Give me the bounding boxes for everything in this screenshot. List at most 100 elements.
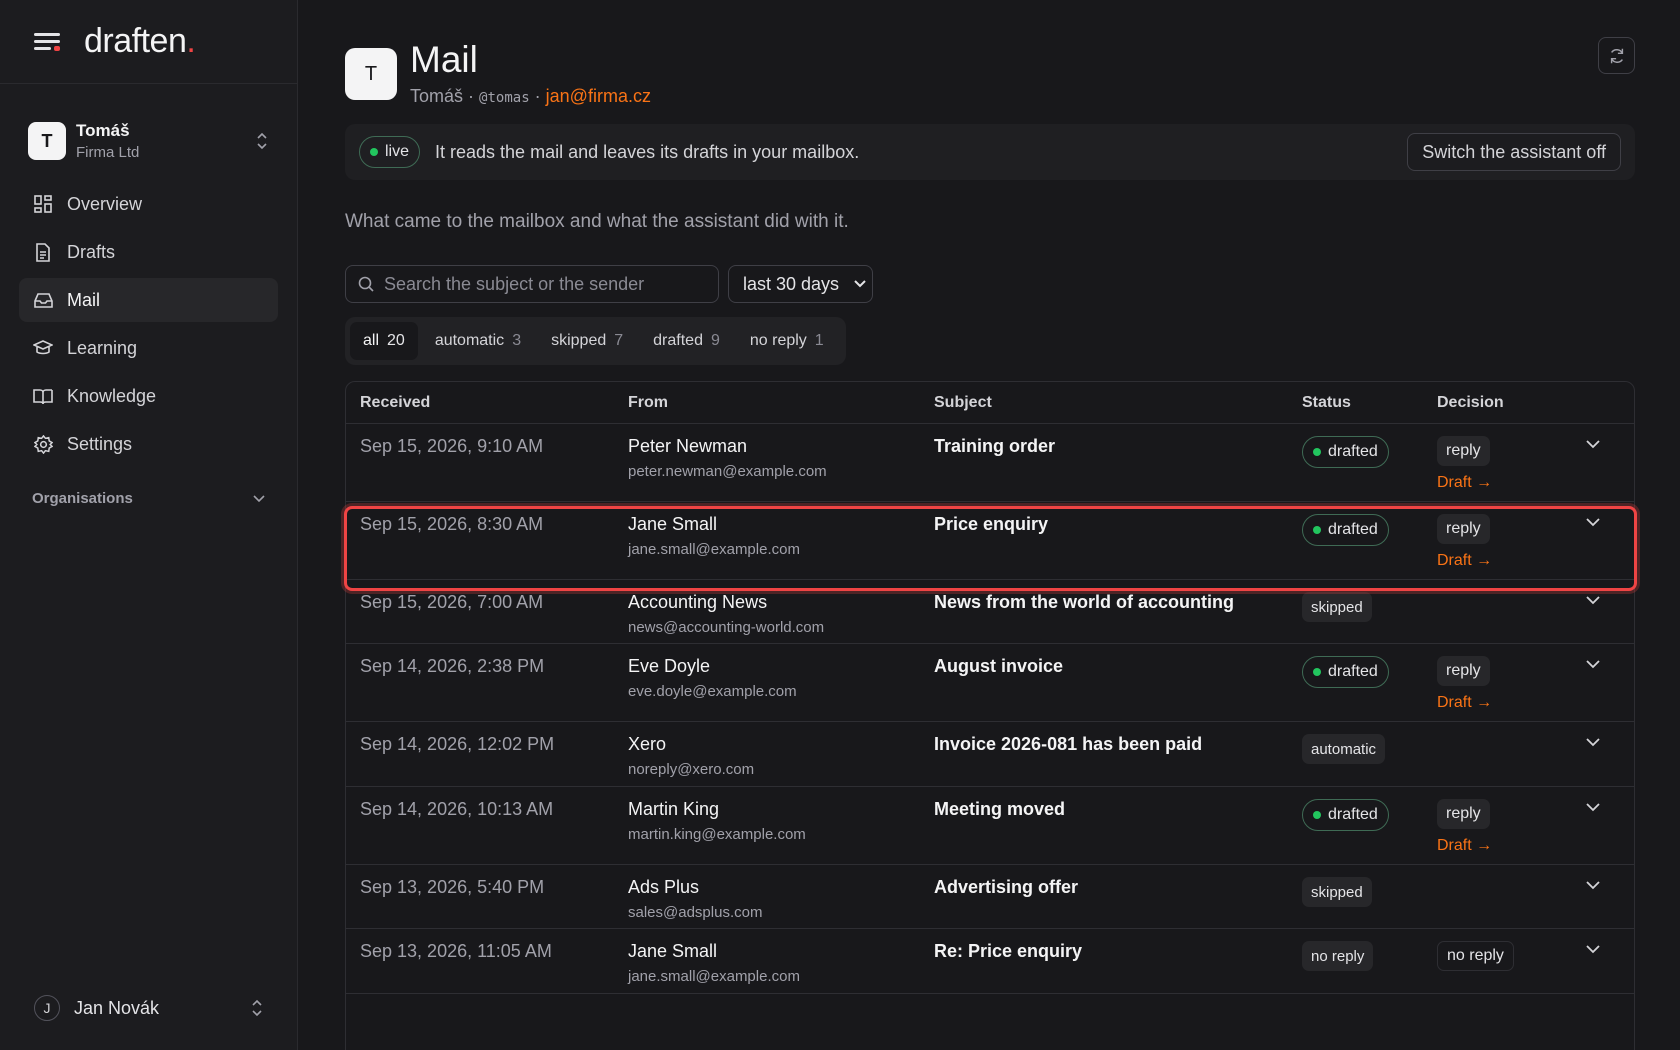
chevron-updown-icon xyxy=(252,999,262,1017)
logo[interactable]: draften. xyxy=(84,22,196,61)
organisations-section[interactable]: Organisations xyxy=(0,490,297,507)
sender-name: Peter Newman xyxy=(628,436,748,456)
received-date: Sep 14, 2026, 10:13 AM xyxy=(360,799,554,819)
status-cell: drafted xyxy=(1302,656,1389,688)
table-row[interactable]: Sep 15, 2026, 8:30 AM Jane Small jane.sm… xyxy=(346,502,1634,580)
sender-email: sales@adsplus.com xyxy=(628,904,763,921)
user-email-link[interactable]: jan@firma.cz xyxy=(546,86,651,106)
sender-name: Ads Plus xyxy=(628,877,700,897)
chevron-down-icon xyxy=(1586,660,1600,669)
sidebar-item-mail[interactable]: Mail xyxy=(19,278,278,322)
expand-row-button[interactable] xyxy=(1586,656,1600,674)
brand-bar: draften. xyxy=(0,0,297,84)
expand-row-button[interactable] xyxy=(1586,941,1600,959)
expand-row-button[interactable] xyxy=(1586,734,1600,752)
expand-row-button[interactable] xyxy=(1586,592,1600,610)
search-icon xyxy=(358,276,374,292)
column-subject: Subject xyxy=(934,393,992,411)
sender-name: Eve Doyle xyxy=(628,656,711,676)
chevron-down-icon xyxy=(253,494,265,502)
draft-link[interactable]: Draft → xyxy=(1437,552,1492,570)
table-row[interactable]: Sep 15, 2026, 9:10 AM Peter Newman peter… xyxy=(346,424,1634,502)
decision-cell: reply Draft → xyxy=(1437,656,1492,712)
org-switcher[interactable]: T Tomáš Firma Ltd xyxy=(0,116,297,166)
filter-skipped[interactable]: skipped 7 xyxy=(538,322,636,360)
sidebar-item-drafts[interactable]: Drafts xyxy=(19,230,278,274)
user-switcher[interactable]: J Jan Novák xyxy=(0,976,298,1040)
chevron-down-icon xyxy=(1586,518,1600,527)
received-date: Sep 13, 2026, 11:05 AM xyxy=(360,941,552,961)
organisations-label: Organisations xyxy=(32,490,133,507)
sidebar-item-label: Settings xyxy=(67,433,133,454)
decision-cell: reply Draft → xyxy=(1437,436,1492,492)
column-received: Received xyxy=(360,393,431,411)
decision-badge: reply xyxy=(1437,514,1490,544)
expand-row-button[interactable] xyxy=(1586,514,1600,532)
draft-link[interactable]: Draft → xyxy=(1437,694,1492,712)
status-badge: drafted xyxy=(1302,656,1389,688)
table-row[interactable]: Sep 14, 2026, 12:02 PM Xero noreply@xero… xyxy=(346,722,1634,787)
sender: Jane Small jane.small@example.com xyxy=(628,941,800,985)
received-date: Sep 13, 2026, 5:40 PM xyxy=(360,877,545,897)
table-body: Sep 15, 2026, 9:10 AM Peter Newman peter… xyxy=(346,424,1634,994)
inbox-icon xyxy=(33,290,53,310)
sender-name: Jane Small xyxy=(628,514,718,534)
filter-all[interactable]: all 20 xyxy=(350,322,418,360)
subject: Meeting moved xyxy=(934,799,1066,819)
sender-email: eve.doyle@example.com xyxy=(628,683,797,700)
page-title: Mail xyxy=(410,39,478,80)
status-badge: drafted xyxy=(1302,436,1389,468)
status-badge: drafted xyxy=(1302,514,1389,546)
table-header: Received From Subject Status Decision xyxy=(346,382,1634,424)
filter-no-reply[interactable]: no reply 1 xyxy=(737,322,837,360)
expand-row-button[interactable] xyxy=(1586,436,1600,454)
status-cell: skipped xyxy=(1302,877,1372,907)
decision-badge: reply xyxy=(1437,436,1490,466)
main-content: T Mail Tomáš · @tomas · jan@firma.cz liv… xyxy=(345,0,1635,1050)
expand-row-button[interactable] xyxy=(1586,877,1600,895)
chevron-updown-icon xyxy=(257,132,267,150)
sidebar-item-overview[interactable]: Overview xyxy=(19,182,278,226)
received-date: Sep 14, 2026, 2:38 PM xyxy=(360,656,545,676)
chevron-down-icon xyxy=(1586,738,1600,747)
user-avatar: J xyxy=(34,995,60,1021)
sidebar-item-knowledge[interactable]: Knowledge xyxy=(19,374,278,418)
sender: Martin King martin.king@example.com xyxy=(628,799,806,843)
expand-row-button[interactable] xyxy=(1586,799,1600,817)
org-company: Firma Ltd xyxy=(76,144,140,161)
draft-link[interactable]: Draft → xyxy=(1437,837,1492,855)
switch-assistant-off-button[interactable]: Switch the assistant off xyxy=(1407,133,1621,171)
live-badge: live xyxy=(359,136,421,168)
org-avatar: T xyxy=(28,122,66,160)
document-icon xyxy=(33,242,53,262)
refresh-button[interactable] xyxy=(1598,37,1635,74)
status-badge: skipped xyxy=(1302,592,1372,622)
search-field[interactable] xyxy=(345,265,719,303)
subject: Re: Price enquiry xyxy=(934,941,1083,961)
menu-icon[interactable] xyxy=(34,31,60,53)
table-row[interactable]: Sep 13, 2026, 11:05 AM Jane Small jane.s… xyxy=(346,929,1634,994)
sender-email: peter.newman@example.com xyxy=(628,463,827,480)
search-input[interactable] xyxy=(384,273,704,295)
table-row[interactable]: Sep 14, 2026, 2:38 PM Eve Doyle eve.doyl… xyxy=(346,644,1634,722)
sender-name: Martin King xyxy=(628,799,720,819)
draft-link[interactable]: Draft → xyxy=(1437,474,1492,492)
sidebar-item-settings[interactable]: Settings xyxy=(19,422,278,466)
filter-drafted[interactable]: drafted 9 xyxy=(640,322,733,360)
org-user-name: Tomáš xyxy=(76,121,130,140)
date-range-select[interactable]: last 30 days xyxy=(728,265,873,303)
table-row[interactable]: Sep 15, 2026, 7:00 AM Accounting News ne… xyxy=(346,580,1634,644)
received-date: Sep 14, 2026, 12:02 PM xyxy=(360,734,555,754)
user-name: Jan Novák xyxy=(74,997,160,1018)
received-date: Sep 15, 2026, 9:10 AM xyxy=(360,436,544,456)
table-row[interactable]: Sep 13, 2026, 5:40 PM Ads Plus sales@ads… xyxy=(346,865,1634,929)
status-cell: drafted xyxy=(1302,436,1389,468)
filter-automatic[interactable]: automatic 3 xyxy=(422,322,534,360)
sidebar-item-learning[interactable]: Learning xyxy=(19,326,278,370)
refresh-icon xyxy=(1610,48,1623,63)
status-badge: no reply xyxy=(1302,941,1374,971)
sender-name: Xero xyxy=(628,734,667,754)
sender: Peter Newman peter.newman@example.com xyxy=(628,436,827,480)
table-row[interactable]: Sep 14, 2026, 10:13 AM Martin King marti… xyxy=(346,787,1634,865)
sidebar-item-label: Overview xyxy=(67,193,143,214)
